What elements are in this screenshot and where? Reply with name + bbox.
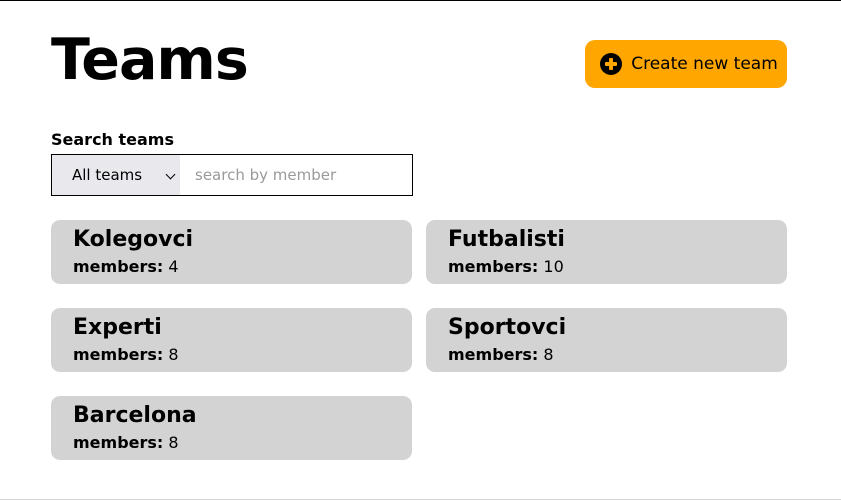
- team-card[interactable]: Barcelona members: 8: [51, 396, 412, 460]
- members-label: members:: [73, 345, 164, 364]
- member-search-input[interactable]: [180, 155, 412, 195]
- members-label: members:: [73, 257, 164, 276]
- members-label: members:: [73, 433, 164, 452]
- members-label: members:: [448, 345, 539, 364]
- team-card[interactable]: Sportovci members: 8: [426, 308, 787, 372]
- members-count: 8: [543, 345, 554, 364]
- create-team-button-label: Create new team: [631, 54, 778, 74]
- team-name: Barcelona: [73, 403, 197, 428]
- plus-circle-icon: [600, 53, 623, 75]
- search-label: Search teams: [51, 130, 174, 149]
- team-members: members: 8: [73, 343, 412, 367]
- team-filter-select[interactable]: All teams: [52, 155, 180, 195]
- team-members: members: 10: [448, 255, 787, 279]
- members-count: 10: [543, 257, 564, 276]
- team-card[interactable]: Kolegovci members: 4: [51, 220, 412, 284]
- team-list: Kolegovci members: 4 Futbalisti members:…: [51, 220, 787, 460]
- page-title: Teams: [51, 27, 249, 93]
- team-members: members: 8: [73, 431, 412, 455]
- members-count: 8: [168, 433, 179, 452]
- team-card[interactable]: Futbalisti members: 10: [426, 220, 787, 284]
- team-name: Experti: [73, 315, 162, 340]
- team-members: members: 4: [73, 255, 412, 279]
- team-name: Futbalisti: [448, 227, 565, 252]
- team-members: members: 8: [448, 343, 787, 367]
- create-team-button[interactable]: Create new team: [585, 40, 787, 88]
- team-card[interactable]: Experti members: 8: [51, 308, 412, 372]
- members-label: members:: [448, 257, 539, 276]
- team-filter-value: All teams: [72, 166, 143, 184]
- members-count: 8: [168, 345, 179, 364]
- members-count: 4: [168, 257, 179, 276]
- team-name: Sportovci: [448, 315, 567, 340]
- chevron-down-icon: [165, 169, 176, 180]
- team-name: Kolegovci: [73, 227, 194, 252]
- search-box: All teams: [51, 154, 413, 196]
